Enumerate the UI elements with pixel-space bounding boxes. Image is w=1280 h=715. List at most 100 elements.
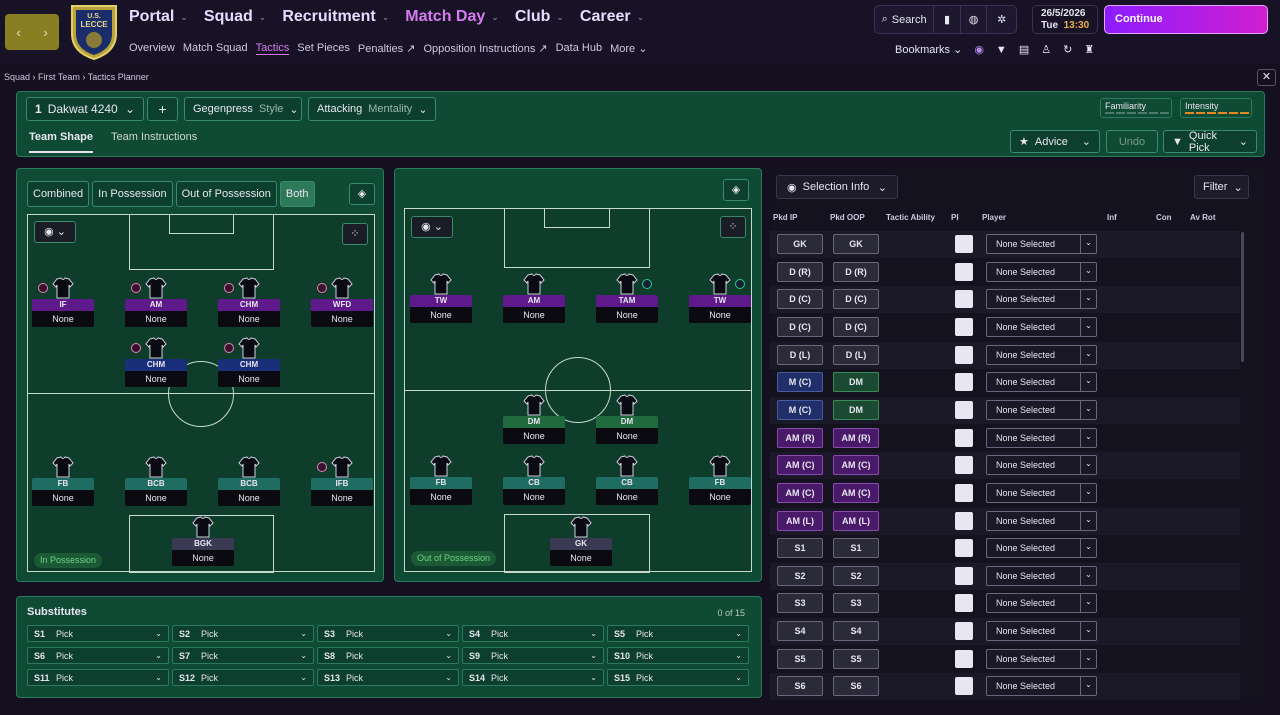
subnav-penalties[interactable]: Penalties ↗ [358,42,416,55]
player-select-dropdown[interactable]: None Selected ⌄ [986,538,1097,559]
picked-out-of-possession-position[interactable]: S6 [833,676,879,697]
picked-out-of-possession-position[interactable]: D (L) [833,344,879,365]
picked-in-possession-position[interactable]: S4 [777,621,823,642]
picked-in-possession-position[interactable]: S1 [777,538,823,559]
filter-dropdown[interactable]: Filter ⌄ [1194,175,1249,199]
substitute-slot[interactable]: S4 Pick ⌄ [462,625,604,642]
player-slot[interactable]: TAM None [596,273,658,323]
player-slot[interactable]: TW None [689,273,751,323]
player-slot[interactable]: IF None [32,277,94,327]
player-instructions-person-icon[interactable] [955,677,973,696]
player-slot[interactable]: FB None [689,455,751,505]
undo-button[interactable]: Undo [1106,130,1158,153]
picked-in-possession-position[interactable]: D (C) [777,316,823,337]
picked-out-of-possession-position[interactable]: D (R) [833,261,879,282]
subnav-overview[interactable]: Overview [129,42,175,55]
player-instructions-person-icon[interactable] [955,373,973,392]
player-instructions-person-icon[interactable] [955,483,973,502]
pitch-settings-icon[interactable]: ◈ [349,183,375,205]
picked-out-of-possession-position[interactable]: S4 [833,621,879,642]
player-slot[interactable]: BCB None [218,456,280,506]
settings-gear-icon[interactable]: ✲ [987,6,1016,33]
search-button[interactable]: ⌕ Search [875,6,935,33]
player-slot[interactable]: CHM None [125,337,187,387]
substitute-slot[interactable]: S5 Pick ⌄ [607,625,749,642]
player-slot[interactable]: AM None [503,273,565,323]
column-header-inf[interactable]: Inf [1107,213,1117,222]
player-select-dropdown[interactable]: None Selected ⌄ [986,565,1097,586]
add-tactic-button[interactable]: + [147,97,178,121]
breadcrumb-item[interactable]: Squad [4,72,30,82]
column-header-pkd-oop[interactable]: Pkd OOP [830,213,865,222]
player-instructions-person-icon[interactable] [955,428,973,447]
bookmarks-dropdown[interactable]: Bookmarks ⌄ [895,43,962,56]
player-select-dropdown[interactable]: None Selected ⌄ [986,372,1097,393]
picked-in-possession-position[interactable]: D (C) [777,289,823,310]
player-instructions-person-icon[interactable] [955,566,973,585]
nav-recruitment[interactable]: Recruitment ⌄ [282,8,389,26]
substitute-slot[interactable]: S11 Pick ⌄ [27,669,169,686]
pitch-settings-icon[interactable]: ◈ [723,179,749,201]
picked-in-possession-position[interactable]: AM (R) [777,427,823,448]
picked-out-of-possession-position[interactable]: AM (C) [833,482,879,503]
player-select-dropdown[interactable]: None Selected ⌄ [986,510,1097,531]
substitute-slot[interactable]: S13 Pick ⌄ [317,669,459,686]
player-slot[interactable]: AM None [125,277,187,327]
shirt-icon[interactable]: ▼ [996,44,1007,56]
player-select-dropdown[interactable]: None Selected ⌄ [986,482,1097,503]
picked-out-of-possession-position[interactable]: D (C) [833,289,879,310]
style-select[interactable]: Gegenpress Style ⌄ [184,97,302,121]
picked-in-possession-position[interactable]: AM (C) [777,482,823,503]
player-instructions-person-icon[interactable] [955,400,973,419]
view-mode-combined[interactable]: Combined [27,181,90,207]
picked-in-possession-position[interactable]: AM (C) [777,455,823,476]
column-header-pi[interactable]: PI [951,213,959,222]
picked-in-possession-position[interactable]: GK [777,234,823,254]
player-select-dropdown[interactable]: None Selected ⌄ [986,399,1097,420]
continue-button[interactable]: Continue [1104,5,1268,34]
picked-out-of-possession-position[interactable]: AM (R) [833,427,879,448]
picked-out-of-possession-position[interactable]: S3 [833,593,879,614]
player-select-dropdown[interactable]: None Selected ⌄ [986,676,1097,697]
player-slot[interactable]: DM None [596,394,658,444]
nav-squad[interactable]: Squad ⌄ [204,8,266,26]
substitute-slot[interactable]: S6 Pick ⌄ [27,647,169,664]
column-header-av-rot[interactable]: Av Rot [1190,213,1215,222]
subnav-match-squad[interactable]: Match Squad [183,42,248,55]
player-instructions-person-icon[interactable] [955,622,973,641]
substitute-slot[interactable]: S12 Pick ⌄ [172,669,314,686]
player-slot[interactable]: IFB None [311,456,373,506]
quick-pick-button[interactable]: ▼ Quick Pick ⌄ [1163,130,1257,154]
column-header-con[interactable]: Con [1156,213,1172,222]
formation-grid-icon[interactable]: ⁘ [342,223,368,245]
people-icon[interactable]: ♙ [1041,43,1051,56]
substitute-slot[interactable]: S10 Pick ⌄ [607,647,749,664]
substitute-slot[interactable]: S14 Pick ⌄ [462,669,604,686]
player-select-dropdown[interactable]: None Selected ⌄ [986,621,1097,642]
player-slot[interactable]: BGK None [172,516,234,566]
substitute-slot[interactable]: S7 Pick ⌄ [172,647,314,664]
chat-icon[interactable]: ◉ [974,43,984,56]
forward-arrow-icon[interactable]: › [32,14,59,50]
picked-out-of-possession-position[interactable]: DM [833,399,879,420]
formation-grid-icon[interactable]: ⁘ [720,216,746,238]
subnav-opposition-instructions[interactable]: Opposition Instructions ↗ [423,42,547,55]
player-select-dropdown[interactable]: None Selected ⌄ [986,261,1097,282]
player-instructions-person-icon[interactable] [955,539,973,558]
nav-club[interactable]: Club ⌄ [515,8,564,26]
picked-in-possession-position[interactable]: M (C) [777,399,823,420]
player-instructions-person-icon[interactable] [955,290,973,309]
picked-out-of-possession-position[interactable]: DM [833,372,879,393]
club-crest-logo[interactable]: U.S. LECCE [68,4,120,60]
picked-in-possession-position[interactable]: S2 [777,565,823,586]
column-header-pkd-ip[interactable]: Pkd IP [773,213,797,222]
player-select-dropdown[interactable]: None Selected ⌄ [986,289,1097,310]
view-mode-in-possession[interactable]: In Possession [92,181,173,207]
subnav-set-pieces[interactable]: Set Pieces [297,42,350,55]
player-slot[interactable]: CB None [596,455,658,505]
substitute-slot[interactable]: S15 Pick ⌄ [607,669,749,686]
picked-out-of-possession-position[interactable]: S5 [833,648,879,669]
player-select-dropdown[interactable]: None Selected ⌄ [986,427,1097,448]
player-select-dropdown[interactable]: None Selected ⌄ [986,316,1097,337]
date-box[interactable]: 26/5/2026 Tue 13:30 [1032,5,1098,34]
